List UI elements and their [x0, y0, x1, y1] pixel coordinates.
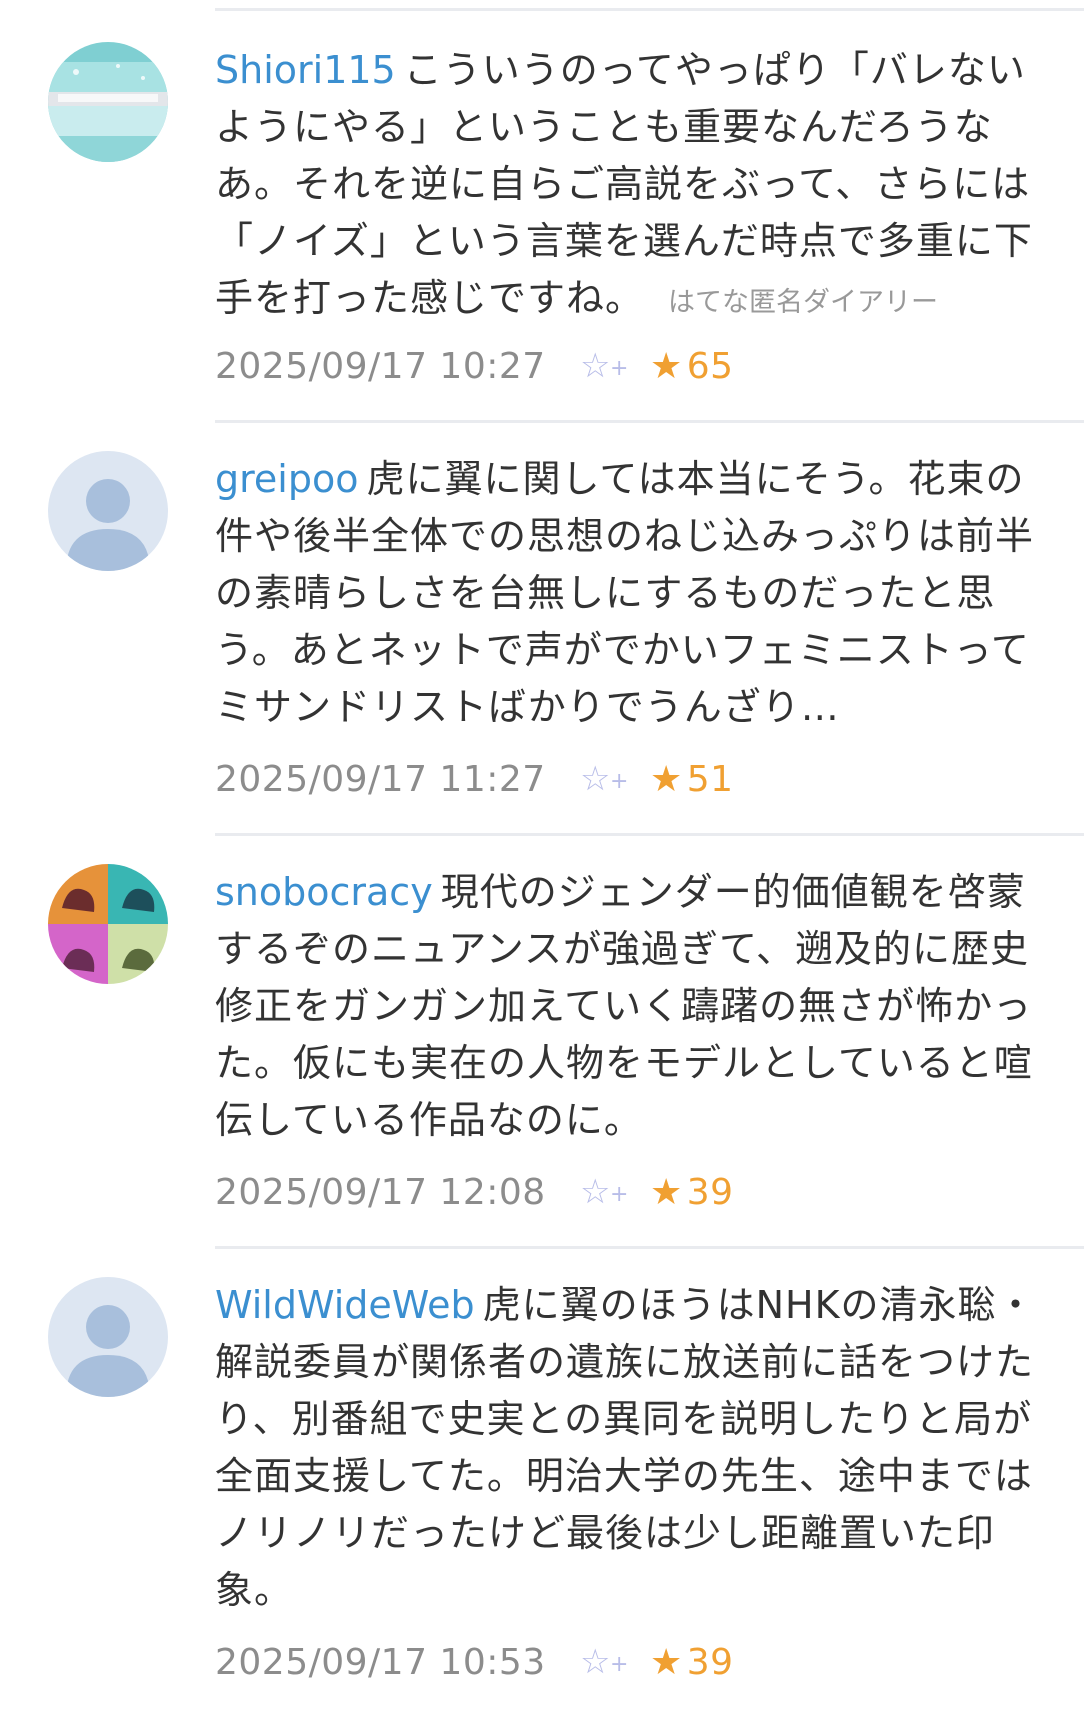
star-count[interactable]: ★ 51: [650, 759, 734, 800]
divider: [215, 8, 1084, 11]
comment-body: snobocracy 現代のジェンダー的価値観を啓蒙するぞのニュアンスが強過ぎて、…: [215, 864, 1045, 1149]
star-count-value: 39: [686, 1171, 734, 1213]
add-star-button[interactable]: ☆ +: [580, 1642, 650, 1682]
timestamp[interactable]: 2025/09/17 10:27: [215, 346, 580, 387]
username-link[interactable]: Shiori115: [215, 48, 396, 92]
plus-icon: +: [610, 769, 629, 794]
comment-body: greipoo 虎に翼に関しては本当にそう。花束の件や後半全体での思想のねじ込みっ…: [215, 451, 1045, 736]
star-outline-icon: ☆: [580, 346, 611, 386]
source-label[interactable]: はてな匿名ダイアリー: [668, 287, 938, 318]
avatar[interactable]: [48, 1277, 168, 1397]
comment-meta: 2025/09/17 10:27 ☆ + ★ 65: [215, 338, 734, 394]
star-outline-icon: ☆: [580, 759, 611, 799]
avatar[interactable]: [48, 864, 168, 984]
avatar-image: [48, 42, 168, 162]
plus-icon: +: [610, 356, 629, 381]
plus-icon: +: [610, 1652, 629, 1677]
add-star-button[interactable]: ☆ +: [580, 759, 650, 799]
star-outline-icon: ☆: [580, 1172, 611, 1212]
star-count[interactable]: ★ 39: [650, 1642, 734, 1683]
star-count-value: 39: [686, 1641, 734, 1683]
comment-body: WildWideWeb 虎に翼のほうはNHKの清永聡・解説委員が関係者の遺族に放送…: [215, 1277, 1045, 1619]
username-link[interactable]: snobocracy: [215, 870, 433, 914]
star-count[interactable]: ★ 65: [650, 346, 734, 387]
divider: [215, 1246, 1084, 1249]
comment-meta: 2025/09/17 11:27 ☆ + ★ 51: [215, 751, 734, 807]
timestamp[interactable]: 2025/09/17 11:27: [215, 759, 580, 800]
comment-text: 虎に翼のほうはNHKの清永聡・解説委員が関係者の遺族に放送前に話をつけたり、別番…: [215, 1283, 1036, 1612]
divider: [215, 420, 1084, 423]
star-count[interactable]: ★ 39: [650, 1172, 734, 1213]
comment-meta: 2025/09/17 10:53 ☆ + ★ 39: [215, 1634, 734, 1690]
avatar-image: [48, 864, 168, 984]
star-icon: ★: [650, 345, 683, 387]
divider: [215, 833, 1084, 836]
avatar[interactable]: [48, 451, 168, 571]
comment-meta: 2025/09/17 12:08 ☆ + ★ 39: [215, 1164, 734, 1220]
username-link[interactable]: WildWideWeb: [215, 1283, 475, 1327]
star-icon: ★: [650, 758, 683, 800]
avatar[interactable]: [48, 42, 168, 162]
add-star-button[interactable]: ☆ +: [580, 1172, 650, 1212]
username-link[interactable]: greipoo: [215, 457, 358, 501]
plus-icon: +: [610, 1182, 629, 1207]
star-icon: ★: [650, 1641, 683, 1683]
comment-body: Shiori115 こういうのってやっぱり「バレないようにやる」ということも重要な…: [215, 42, 1045, 331]
timestamp[interactable]: 2025/09/17 12:08: [215, 1172, 580, 1213]
star-icon: ★: [650, 1171, 683, 1213]
star-count-value: 65: [686, 345, 734, 387]
star-outline-icon: ☆: [580, 1642, 611, 1682]
star-count-value: 51: [686, 758, 734, 800]
comment-list: Shiori115 こういうのってやっぱり「バレないようにやる」ということも重要な…: [0, 0, 1084, 1716]
default-avatar-icon: [48, 451, 168, 571]
add-star-button[interactable]: ☆ +: [580, 346, 650, 386]
default-avatar-icon: [48, 1277, 168, 1397]
timestamp[interactable]: 2025/09/17 10:53: [215, 1642, 580, 1683]
